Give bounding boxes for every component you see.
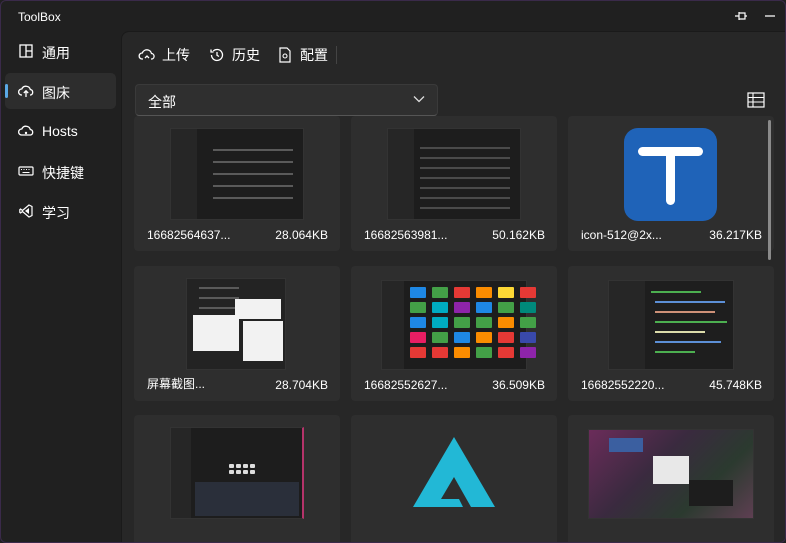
gallery-scrollbar[interactable] <box>768 120 771 260</box>
minimize-button[interactable] <box>757 5 783 27</box>
image-size: 28.064KB <box>275 228 328 242</box>
image-thumbnail <box>170 128 304 220</box>
vscode-icon <box>18 203 34 219</box>
grid-view-button[interactable] <box>746 90 766 110</box>
image-card[interactable]: 屏幕截图... 28.704KB <box>134 266 340 401</box>
image-card[interactable]: 16682563981... 50.162KB <box>351 116 557 251</box>
image-card[interactable]: icon-512@2x... 36.217KB <box>568 116 774 251</box>
sidebar: 通用 图床 Hosts 快捷键 学习 <box>1 31 121 542</box>
image-thumbnail <box>381 280 536 370</box>
cloud-upload-icon <box>138 46 156 64</box>
grid-view-icon <box>747 92 765 108</box>
image-thumbnail <box>624 128 717 221</box>
sidebar-item-label: 学习 <box>42 205 70 221</box>
logo-icon <box>413 437 495 507</box>
sidebar-item-general[interactable]: 通用 <box>5 33 116 69</box>
image-name: 16682552627... <box>364 378 448 392</box>
image-name: 16682552220... <box>581 378 665 392</box>
active-indicator <box>5 84 8 98</box>
sidebar-item-learn[interactable]: 学习 <box>5 193 116 229</box>
upload-label: 上传 <box>162 47 190 63</box>
cloud-icon <box>18 123 34 139</box>
image-size: 28.704KB <box>275 378 328 392</box>
config-button[interactable]: 配置 <box>276 40 328 70</box>
toolbar-divider <box>336 46 337 64</box>
layout-icon <box>18 43 34 59</box>
sidebar-item-hosts[interactable]: Hosts <box>5 113 116 149</box>
keyboard-icon <box>18 163 34 179</box>
cloud-upload-icon <box>18 83 34 99</box>
history-icon <box>208 46 226 64</box>
image-thumbnail <box>387 128 521 220</box>
image-name: 16682563981... <box>364 228 448 242</box>
app-title: ToolBox <box>18 10 61 24</box>
config-label: 配置 <box>300 47 328 63</box>
history-label: 历史 <box>232 47 260 63</box>
category-select[interactable]: 全部 <box>135 84 438 116</box>
image-card[interactable]: 16682552220... 45.748KB <box>568 266 774 401</box>
chevron-down-icon <box>413 96 425 103</box>
image-host-page: 上传 历史 配置 全部 16682564637... 28.064KB 1668… <box>121 31 785 542</box>
pin-icon <box>735 12 747 20</box>
image-name: icon-512@2x... <box>581 228 662 242</box>
image-thumbnail <box>608 280 734 370</box>
image-thumbnail <box>588 429 754 519</box>
image-name: 屏幕截图... <box>147 377 206 391</box>
pin-button[interactable] <box>728 5 754 27</box>
image-thumbnail <box>170 427 304 519</box>
title-bar[interactable]: ToolBox <box>1 1 785 31</box>
image-name: 16682564637... <box>147 228 231 242</box>
upload-button[interactable]: 上传 <box>138 40 190 70</box>
category-select-value: 全部 <box>148 94 176 110</box>
image-thumbnail <box>411 435 497 509</box>
minimize-icon <box>765 15 775 17</box>
image-gallery: 16682564637... 28.064KB 16682563981... 5… <box>134 116 778 542</box>
sidebar-item-label: 图床 <box>42 85 70 101</box>
toolbox-window: ToolBox 通用 图床 Hosts 快捷键 学习 上传 历史 配置 全部 1… <box>0 0 786 543</box>
sidebar-item-label: 通用 <box>42 45 70 61</box>
image-size: 45.748KB <box>709 378 762 392</box>
image-thumbnail <box>186 278 286 370</box>
image-card[interactable]: 16682552627... 36.509KB <box>351 266 557 401</box>
sidebar-item-shortcuts[interactable]: 快捷键 <box>5 153 116 189</box>
toolbar: 上传 历史 配置 <box>122 40 362 70</box>
sidebar-item-label: 快捷键 <box>42 165 84 181</box>
image-card[interactable] <box>134 415 340 542</box>
image-card[interactable] <box>351 415 557 542</box>
config-file-icon <box>276 46 294 64</box>
image-size: 36.217KB <box>709 228 762 242</box>
sidebar-item-label: Hosts <box>42 123 78 139</box>
sidebar-item-image-host[interactable]: 图床 <box>5 73 116 109</box>
history-button[interactable]: 历史 <box>208 40 260 70</box>
image-size: 50.162KB <box>492 228 545 242</box>
image-card[interactable]: 16682564637... 28.064KB <box>134 116 340 251</box>
image-size: 36.509KB <box>492 378 545 392</box>
image-card[interactable] <box>568 415 774 542</box>
